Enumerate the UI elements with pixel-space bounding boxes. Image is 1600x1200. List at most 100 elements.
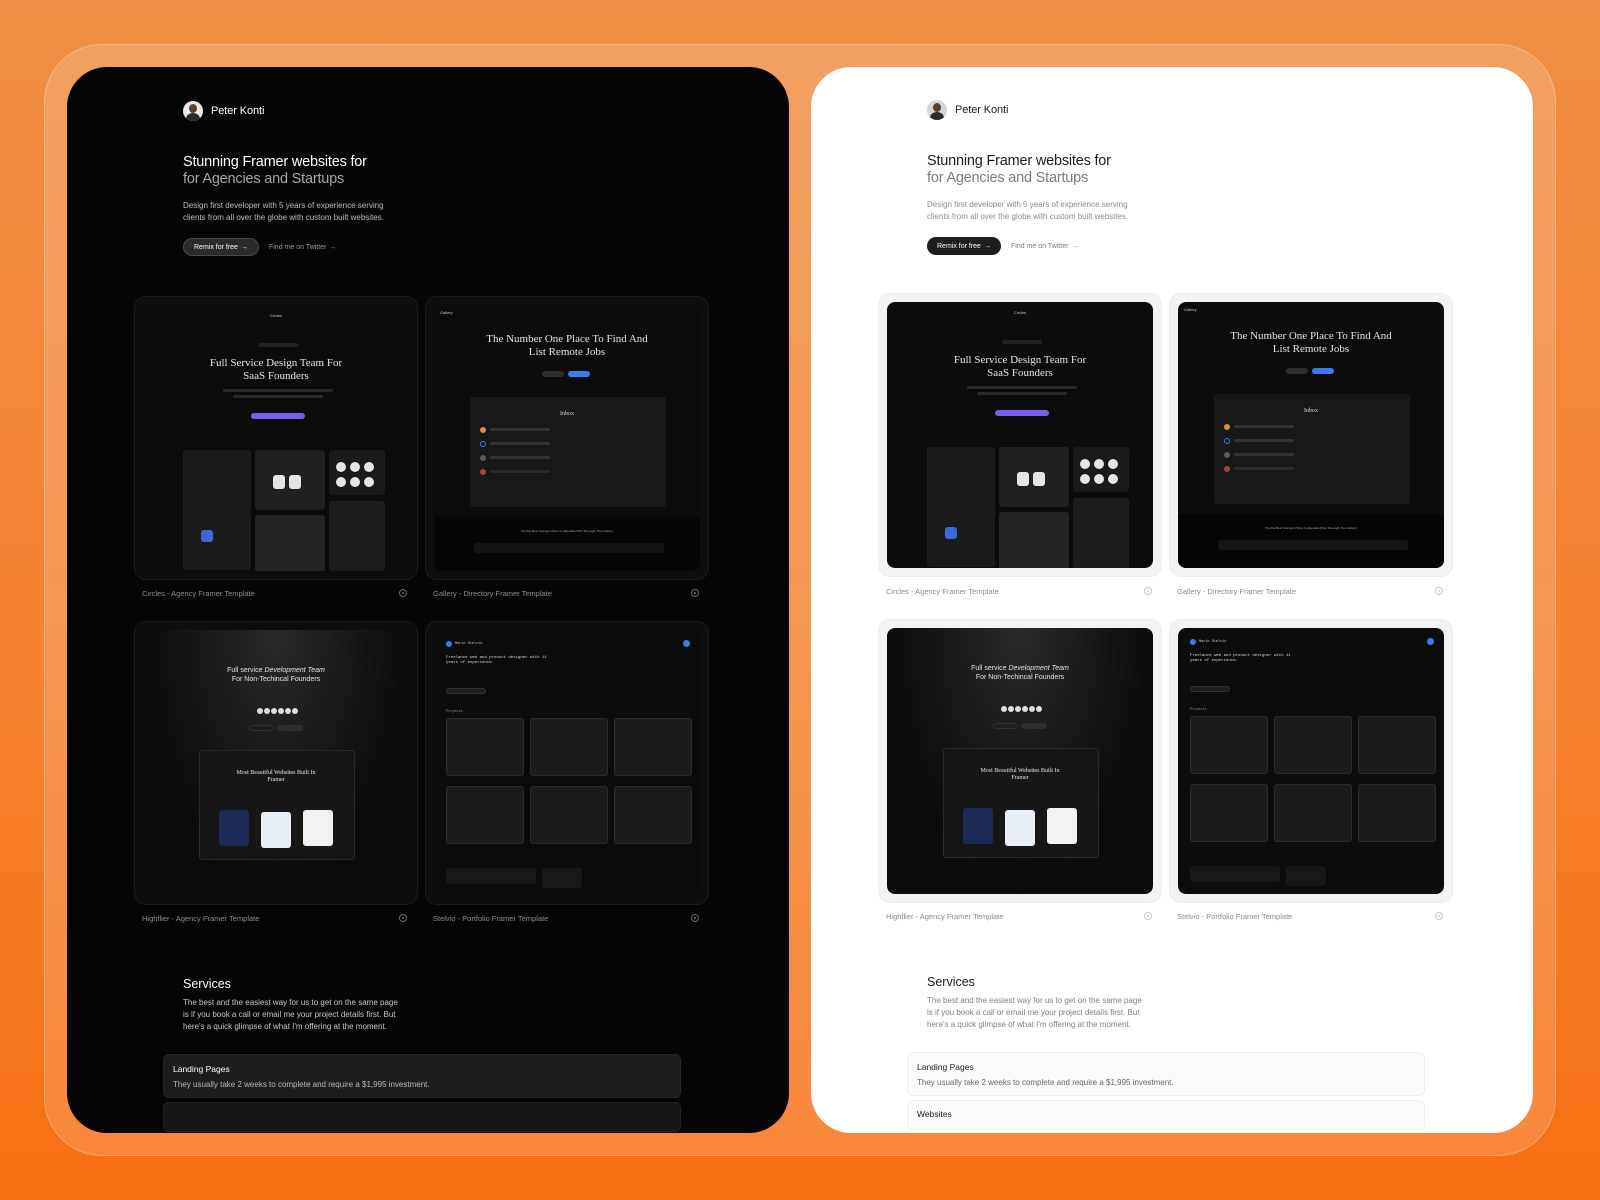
preview-brand: Circles [1013,310,1027,315]
preview-brand: Circles [269,313,283,318]
project-card-highflier[interactable]: Full service Development Team For Non-Te… [134,621,418,905]
preview-brand: Gallery [440,310,453,315]
project-card-circles[interactable]: Circles Full Service Design Team For Saa… [134,296,418,580]
profile-header[interactable]: Peter Konti [183,101,264,121]
services-description: The best and the easiest way for us to g… [927,996,1142,1029]
preview-sub: Most Beautiful Websites Built In Framer [980,768,1060,781]
project-preview: Gallery The Number One Place To Find And… [1178,302,1444,568]
preview-title: Full Service Design Team For SaaS Founde… [209,357,343,382]
preview-inbox: Inbox [1304,408,1318,414]
project-label[interactable]: Highflier - Agency Framer Template [886,912,1003,921]
project-preview: Mario Stelvio Freelance web and product … [1178,628,1444,894]
cta-group: Remix for free → Find me on Twitter → [927,237,1078,255]
project-label[interactable]: Circles - Agency Framer Template [886,587,999,596]
project-preview: Mario Stelvio Freelance web and product … [434,630,700,896]
hero: Stunning Framer websites for for Agencie… [927,153,1347,223]
avatar [183,101,203,121]
services-section: Services The best and the easiest way fo… [927,975,1142,1031]
avatar [927,100,947,120]
target-icon[interactable] [1435,912,1443,920]
preview-sub: Most Beautiful Websites Built In Framer [236,770,316,783]
preview-title-b: Development Team [1008,665,1069,672]
project-card-gallery[interactable]: Gallery The Number One Place To Find And… [425,296,709,580]
project-card-gallery[interactable]: Gallery The Number One Place To Find And… [1169,293,1453,577]
hero: Stunning Framer websites for for Agencie… [183,154,603,224]
target-icon[interactable] [1144,912,1152,920]
target-icon[interactable] [691,589,699,597]
preview-title-a: Full service [227,667,263,674]
project-card-stelvio[interactable]: Mario Stelvio Freelance web and product … [1169,619,1453,903]
preview-inbox: Inbox [560,411,574,417]
target-icon[interactable] [691,914,699,922]
cta-group: Remix for free → Find me on Twitter → [183,238,336,256]
target-icon[interactable] [1435,587,1443,595]
arrow-right-icon: → [983,242,991,250]
profile-header[interactable]: Peter Konti [927,100,1008,120]
hero-title-line1: Stunning Framer websites for [927,153,1111,169]
project-label[interactable]: Circles - Agency Framer Template [142,589,255,598]
project-preview: Gallery The Number One Place To Find And… [434,305,700,571]
profile-name: Peter Konti [211,105,265,117]
project-card-stelvio[interactable]: Mario Stelvio Freelance web and product … [425,621,709,905]
project-label[interactable]: Gallery - Directory Framer Template [1177,587,1296,596]
twitter-link-label: Find me on Twitter [1010,242,1069,250]
remix-button-label: Remix for free [937,242,981,250]
services-title: Services [183,977,231,991]
dark-theme-panel: Peter Konti Stunning Framer websites for… [67,67,789,1133]
services-title: Services [927,975,975,989]
services-section: Services The best and the easiest way fo… [183,977,398,1033]
project-label[interactable]: Highflier - Agency Framer Template [142,914,259,923]
arrow-right-icon: → [240,243,248,251]
hero-description: Design first developer with 5 years of e… [927,200,1128,221]
project-label[interactable]: Stelvio - Portfolio Framer Template [1177,912,1292,921]
project-preview: Circles Full Service Design Team For Saa… [143,305,409,571]
preview-footer: Worlds Best Startups Have Companies Hire… [521,529,613,533]
remix-button[interactable]: Remix for free → [183,238,259,256]
preview-brand: Mario Stelvio [1199,640,1227,644]
preview-title-b: Development Team [264,667,325,674]
services-description: The best and the easiest way for us to g… [183,998,398,1031]
preview-brand: Gallery [1184,307,1197,312]
project-card-highflier[interactable]: Full service Development Team For Non-Te… [878,619,1162,903]
twitter-link[interactable]: Find me on Twitter → [269,244,336,251]
service-description: They usually take 2 weeks to complete an… [917,1078,1174,1087]
twitter-link-label: Find me on Twitter [268,243,327,251]
project-preview: Circles Full Service Design Team For Saa… [887,302,1153,568]
preview-brand: Mario Stelvio [455,642,483,646]
preview-title: Full Service Design Team For SaaS Founde… [953,354,1087,379]
project-preview: Full service Development Team For Non-Te… [887,628,1153,894]
service-item-landing-pages[interactable]: Landing Pages They usually take 2 weeks … [163,1054,681,1098]
twitter-link[interactable]: Find me on Twitter → [1011,243,1078,250]
service-item-websites[interactable] [163,1102,681,1132]
service-item-websites[interactable]: Websites [907,1100,1425,1130]
preview-footer: Worlds Best Startups Have Companies Hire… [1265,526,1357,530]
project-preview: Full service Development Team For Non-Te… [143,630,409,896]
project-card-circles[interactable]: Circles Full Service Design Team For Saa… [878,293,1162,577]
project-label[interactable]: Stelvio - Portfolio Framer Template [433,914,548,923]
preview-text: Freelance web and product designer with … [446,656,547,665]
preview-title-a: Full service [971,665,1007,672]
remix-button[interactable]: Remix for free → [927,237,1001,255]
service-description: They usually take 2 weeks to complete an… [173,1080,430,1089]
project-label[interactable]: Gallery - Directory Framer Template [433,589,552,598]
target-icon[interactable] [399,589,407,597]
service-item-landing-pages[interactable]: Landing Pages They usually take 2 weeks … [907,1052,1425,1096]
service-name: Websites [917,1109,952,1119]
target-icon[interactable] [399,914,407,922]
preview-section: Projects [1190,708,1207,712]
preview-title: The Number One Place To Find And List Re… [486,333,648,358]
arrow-right-icon: → [329,243,337,251]
preview-title-c: For Non-Techincal Founders [975,674,1065,681]
hero-title-line2: for Agencies and Startups [183,171,345,187]
service-name: Landing Pages [917,1062,974,1072]
remix-button-label: Remix for free [194,243,238,251]
service-name: Landing Pages [173,1064,230,1074]
hero-description: Design first developer with 5 years of e… [183,201,384,222]
preview-title-c: For Non-Techincal Founders [231,676,321,683]
target-icon[interactable] [1144,587,1152,595]
preview-text: Freelance web and product designer with … [1190,654,1291,663]
light-theme-panel: Peter Konti Stunning Framer websites for… [811,67,1533,1133]
arrow-right-icon: → [1071,242,1079,250]
preview-section: Projects [446,710,463,714]
preview-title: The Number One Place To Find And List Re… [1230,330,1392,355]
